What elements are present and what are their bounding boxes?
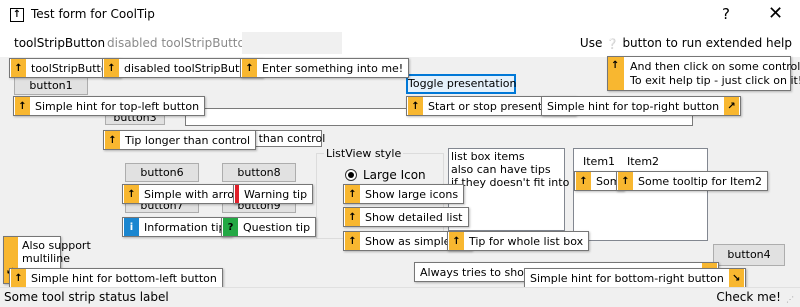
tooltip-text: Show large icons	[365, 187, 459, 201]
tooltip-enter-something: ↑ Enter something into me!	[240, 58, 410, 78]
arrow-up-icon: ↑	[15, 97, 30, 115]
tooltip-text: Simple with arrow	[144, 187, 243, 201]
arrow-down-right-icon: ↘	[728, 269, 744, 287]
tooltip-text: Question tip	[243, 220, 311, 234]
arrow-up-icon: ↑	[345, 232, 360, 250]
arrow-up-icon: ↑	[345, 208, 360, 226]
tooltip-text: Tip for whole list box	[469, 234, 584, 248]
tooltip-information: i Information tip	[122, 217, 232, 237]
button4[interactable]: button4	[713, 244, 785, 266]
arrow-up-icon: ↑	[10, 8, 24, 22]
help-line-1: And then click on some control.	[630, 60, 800, 73]
tooltip-longer-than-control: ↑ Tip longer than control	[103, 130, 257, 150]
large-icon-radio[interactable]	[345, 169, 357, 181]
toggle-presentation-button[interactable]: Toggle presentation	[406, 74, 517, 94]
help-prefix: Use	[579, 36, 603, 50]
check-me-label[interactable]: Check me!	[716, 290, 781, 304]
button1[interactable]: button1	[14, 76, 88, 95]
tooltip-text: Enter something into me!	[262, 61, 404, 75]
question-pointer-icon: ❔	[606, 39, 619, 50]
tooltip-whole-list-box: ↑ Tip for whole list box	[447, 231, 590, 251]
warning-stripe-icon	[235, 185, 239, 203]
resize-grip-icon[interactable]: ⋰	[786, 295, 794, 304]
toolstrip-textbox[interactable]	[242, 32, 342, 54]
tooltip-text: Some tooltip for Item2	[638, 174, 763, 188]
multiline-line-1: Also support	[22, 239, 91, 252]
tooltip-warning: Warning tip	[233, 184, 314, 204]
list-box-line-2: also can have tips	[451, 163, 551, 176]
tooltip-help-instructions[interactable]: ↑ And then click on some control. To exi…	[607, 56, 800, 91]
list-view-item1[interactable]: Item1	[583, 155, 615, 168]
tooltip-top-left: ↑ Simple hint for top-left button	[13, 96, 206, 116]
arrow-up-right-icon: ↗	[724, 97, 740, 115]
arrow-up-icon: ↑	[611, 60, 620, 71]
button6[interactable]: button6	[125, 163, 199, 182]
arrow-up-icon: ↑	[345, 185, 360, 203]
toolstrip-help-label: Use ❔ button to run extended help	[580, 36, 792, 50]
tooltip-large-icons: ↑ Show large icons	[343, 184, 465, 204]
tooltip-text: Simple hint for top-right button	[547, 99, 720, 113]
button8[interactable]: button8	[222, 163, 296, 182]
tooltip-text: Simple hint for bottom-right button	[530, 271, 724, 285]
tooltip-item2: ↑ Some tooltip for Item2	[616, 171, 769, 191]
tooltip-simple-arrow: ↑ Simple with arrow	[122, 184, 249, 204]
arrow-up-icon: ↑	[408, 97, 423, 115]
info-icon: i	[124, 218, 139, 236]
arrow-up-icon: ↑	[576, 172, 591, 190]
arrow-up-icon: ↑	[105, 131, 120, 149]
list-box-line-1: list box items	[451, 150, 525, 163]
tooltip-question: ? Question tip	[221, 217, 317, 237]
tooltip-text: Show detailed list	[365, 210, 463, 224]
tooltip-text: disabled toolStripButton	[124, 61, 258, 75]
tooltip-text: Information tip	[144, 220, 226, 234]
tooltip-bottom-right: Simple hint for bottom-right button ↘	[524, 268, 746, 288]
tooltip-bottom-left: ↑ Simple hint for bottom-left button	[9, 268, 223, 288]
tooltip-text: Warning tip	[244, 187, 308, 201]
question-icon: ?	[223, 218, 238, 236]
tooltip-text: Tip longer than control	[125, 133, 251, 147]
window-title: Test form for CoolTip	[31, 7, 155, 21]
toolstrip-disabled-button: disabled toolStripButton	[107, 36, 253, 50]
listview-style-title: ListView style	[324, 147, 404, 160]
arrow-up-icon: ↑	[242, 59, 257, 77]
help-line-2: To exit help tip - just click on it!	[630, 74, 800, 87]
list-box-line-3: if they doesn't fit into the	[451, 176, 591, 189]
list-view-item2[interactable]: Item2	[627, 155, 659, 168]
arrow-up-icon: ↑	[124, 185, 139, 203]
large-icon-label: Large Icon	[363, 168, 426, 182]
arrow-up-icon: ↑	[11, 59, 26, 77]
tooltip-top-right: Simple hint for top-right button ↗	[541, 96, 742, 116]
tooltip-detailed-list: ↑ Show detailed list	[343, 207, 469, 227]
tooltip-text: Simple hint for bottom-left button	[31, 271, 217, 285]
arrow-up-icon: ↑	[11, 269, 26, 287]
close-icon[interactable]: ✕	[768, 3, 783, 24]
status-label: Some tool strip status label	[4, 290, 169, 304]
arrow-up-icon: ↑	[449, 232, 464, 250]
toolstrip-button[interactable]: toolStripButton	[14, 36, 105, 50]
multiline-line-2: multiline	[22, 252, 70, 265]
help-icon[interactable]: ?	[722, 5, 730, 23]
help-suffix: button to run extended help	[622, 36, 792, 50]
arrow-up-icon: ↑	[104, 59, 119, 77]
tooltip-text: Simple hint for top-left button	[35, 99, 200, 113]
arrow-up-icon: ↑	[618, 172, 633, 190]
